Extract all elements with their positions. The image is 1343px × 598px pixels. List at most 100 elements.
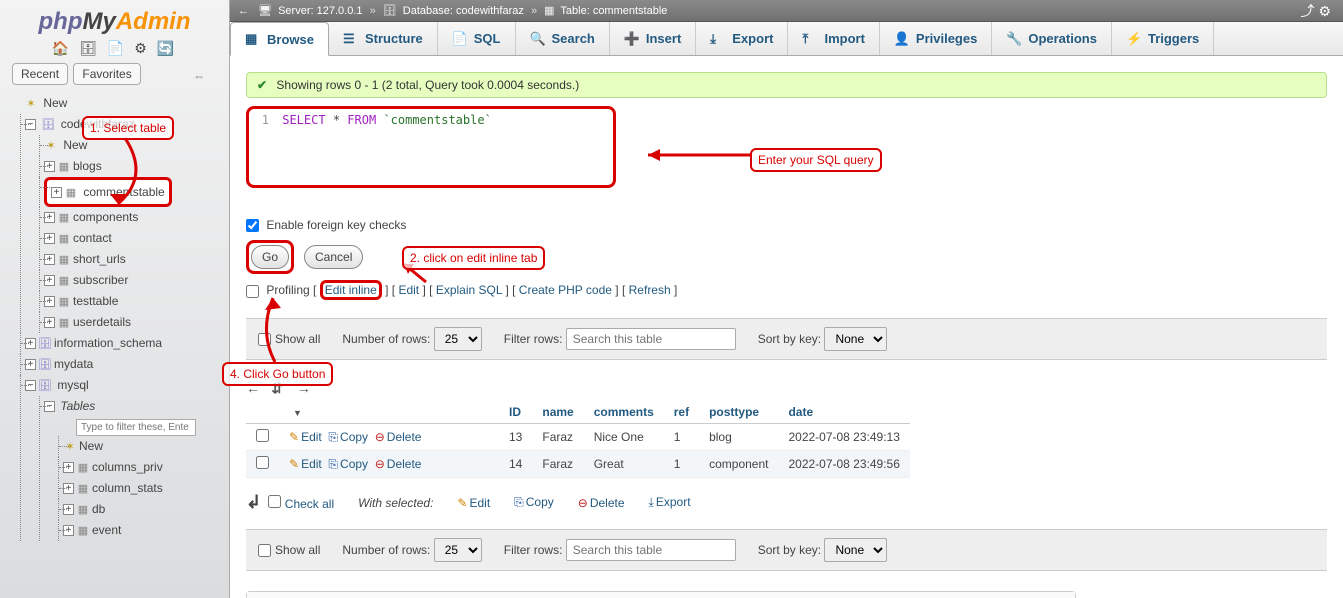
expander-icon[interactable]: + <box>51 187 62 198</box>
tab-browse[interactable]: ▦Browse <box>230 22 329 56</box>
favorites-tab[interactable]: Favorites <box>73 63 140 85</box>
expander-icon[interactable]: + <box>63 462 74 473</box>
expander-icon[interactable]: + <box>25 338 36 349</box>
sort-arrow-vert-icon[interactable]: ⇵ <box>271 380 293 397</box>
recent-tab[interactable]: Recent <box>12 63 68 85</box>
bulk-copy-link[interactable]: ⎘Copy <box>514 495 554 510</box>
expander-icon[interactable]: + <box>44 233 55 244</box>
db-mysql[interactable]: mysql <box>57 378 88 392</box>
bulk-export-link[interactable]: ⤓Export <box>649 495 691 510</box>
col-id[interactable]: ID <box>499 401 532 424</box>
cancel-button[interactable]: Cancel <box>304 245 363 269</box>
explain-sql-link[interactable]: Explain SQL <box>436 283 502 297</box>
filter-input[interactable] <box>566 539 736 561</box>
expander-icon[interactable]: − <box>25 380 36 391</box>
tree-table-column-stats[interactable]: column_stats <box>92 481 163 495</box>
tree-table-commentstable[interactable]: commentstable <box>83 185 164 199</box>
row-copy-link[interactable]: ⎘Copy <box>328 430 368 444</box>
tree-table-db[interactable]: db <box>92 502 105 516</box>
doc-icon[interactable]: 📄 <box>107 40 127 56</box>
row-copy-link[interactable]: ⎘Copy <box>328 457 368 471</box>
expander-icon[interactable]: + <box>44 275 55 286</box>
col-comments[interactable]: comments <box>584 401 664 424</box>
tree-table-userdetails[interactable]: userdetails <box>73 315 131 329</box>
settings-icon[interactable]: ⚙ <box>134 40 150 56</box>
page-up-icon[interactable]: ⤴ <box>1300 0 1314 22</box>
tree-table-testtable[interactable]: testtable <box>73 294 118 308</box>
edit-link[interactable]: Edit <box>398 283 419 297</box>
edit-inline-link[interactable]: Edit inline <box>325 283 377 297</box>
num-rows-select[interactable]: 25 <box>434 538 482 562</box>
nav-left-icon[interactable]: ← <box>238 5 249 17</box>
new-table-link[interactable]: New <box>63 138 87 152</box>
home-icon[interactable]: 🏠 <box>52 40 72 56</box>
expander-icon[interactable]: + <box>63 525 74 536</box>
go-button[interactable]: Go <box>251 245 289 269</box>
row-checkbox[interactable] <box>256 429 269 442</box>
expander-icon[interactable]: + <box>44 212 55 223</box>
tab-export[interactable]: ⤓Export <box>696 22 788 55</box>
create-php-link[interactable]: Create PHP code <box>519 283 612 297</box>
tab-operations[interactable]: 🔧Operations <box>992 22 1112 55</box>
db-codewithfaraz[interactable]: codewithfaraz <box>61 117 135 131</box>
tree-filter-input[interactable] <box>76 419 196 436</box>
tree-table-short-urls[interactable]: short_urls <box>73 252 126 266</box>
row-delete-link[interactable]: ⊖Delete <box>375 430 422 444</box>
col-name[interactable]: name <box>532 401 583 424</box>
bc-db-link[interactable]: codewithfaraz <box>456 5 524 17</box>
tree-table-subscriber[interactable]: subscriber <box>73 273 128 287</box>
expander-icon[interactable]: + <box>44 161 55 172</box>
filter-input[interactable] <box>566 328 736 350</box>
tables-group[interactable]: Tables <box>60 399 95 413</box>
expander-icon[interactable]: + <box>63 504 74 515</box>
tab-insert[interactable]: ➕Insert <box>610 22 696 55</box>
tab-triggers[interactable]: ⚡Triggers <box>1112 22 1214 55</box>
row-edit-link[interactable]: ✎Edit <box>289 457 322 471</box>
num-rows-select[interactable]: 25 <box>434 327 482 351</box>
bulk-edit-link[interactable]: ✎Edit <box>457 496 490 510</box>
db-icon[interactable]: 🗄 <box>79 40 100 56</box>
expander-icon[interactable]: + <box>44 296 55 307</box>
check-all-link[interactable]: Check all <box>285 497 334 511</box>
col-date[interactable]: date <box>778 401 909 424</box>
row-delete-link[interactable]: ⊖Delete <box>375 457 422 471</box>
tab-search[interactable]: 🔍Search <box>516 22 610 55</box>
tree-table-components[interactable]: components <box>73 210 138 224</box>
expander-icon[interactable]: + <box>25 359 36 370</box>
check-all-checkbox[interactable] <box>268 495 281 508</box>
sort-select[interactable]: None <box>824 327 887 351</box>
expander-icon[interactable]: + <box>63 483 74 494</box>
col-posttype[interactable]: posttype <box>699 401 778 424</box>
reload-icon[interactable]: 🔄 <box>157 40 177 56</box>
tab-privileges[interactable]: 👤Privileges <box>880 22 992 55</box>
sort-select[interactable]: None <box>824 538 887 562</box>
sort-arrow-right-icon[interactable]: → <box>297 380 319 396</box>
bulk-delete-link[interactable]: ⊖Delete <box>578 496 625 510</box>
col-ref[interactable]: ref <box>664 401 699 424</box>
bc-server-link[interactable]: 127.0.0.1 <box>317 5 363 17</box>
sql-editor[interactable]: 1 SELECT * FROM `commentstable` <box>246 106 616 188</box>
column-menu-icon[interactable]: ▼ <box>293 408 302 418</box>
foreign-keys-checkbox[interactable] <box>246 219 259 232</box>
tab-structure[interactable]: ☰Structure <box>329 22 438 55</box>
sort-arrow-left-icon[interactable]: ← <box>246 380 268 396</box>
db-information-schema[interactable]: information_schema <box>54 336 162 350</box>
tree-table-blogs[interactable]: blogs <box>73 159 102 173</box>
logo[interactable]: phpMyAdmin <box>0 0 229 40</box>
show-all-checkbox[interactable] <box>258 333 271 346</box>
expander-icon[interactable]: + <box>44 254 55 265</box>
expander-icon[interactable]: + <box>44 317 55 328</box>
tree-table-columns-priv[interactable]: columns_priv <box>92 460 163 474</box>
row-checkbox[interactable] <box>256 456 269 469</box>
show-all-checkbox[interactable] <box>258 544 271 557</box>
tree-table-event[interactable]: event <box>92 523 121 537</box>
new-table-link[interactable]: New <box>79 439 103 453</box>
expander-icon[interactable]: − <box>25 119 36 130</box>
row-edit-link[interactable]: ✎Edit <box>289 430 322 444</box>
tab-import[interactable]: ⤒Import <box>788 22 879 55</box>
refresh-link[interactable]: Refresh <box>629 283 671 297</box>
db-mydata[interactable]: mydata <box>54 357 93 371</box>
collapse-icon[interactable]: ⇔ <box>193 69 205 83</box>
tree-table-contact[interactable]: contact <box>73 231 112 245</box>
page-settings-icon[interactable]: ⚙ <box>1318 0 1331 22</box>
